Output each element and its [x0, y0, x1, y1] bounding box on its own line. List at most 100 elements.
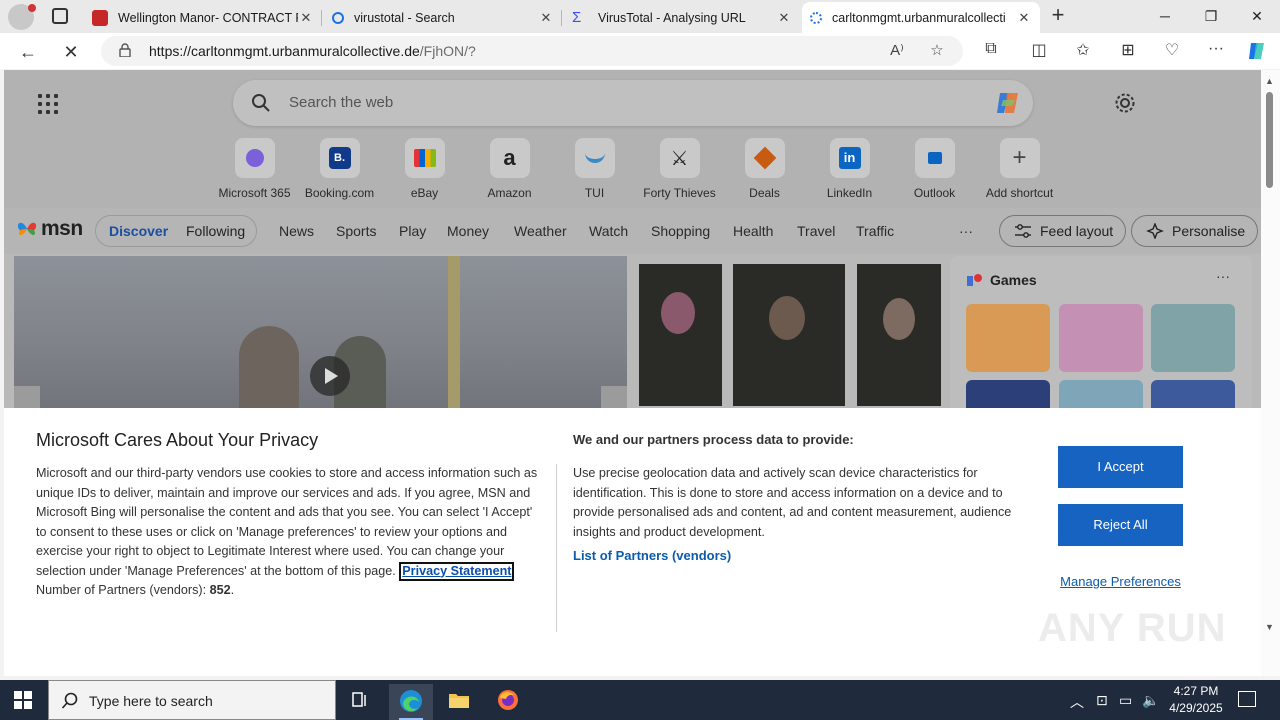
tray-chevron-icon[interactable]: ︿	[1070, 692, 1084, 712]
new-tab-header: Search the web Microsoft 365 B. Booking.c…	[4, 70, 1261, 208]
scroll-down-icon[interactable]: ▼	[1265, 622, 1274, 632]
nav-sports[interactable]: Sports	[336, 223, 376, 239]
tab-3[interactable]: Σ VirusTotal - Analysing URL ✕	[564, 2, 800, 33]
close-icon[interactable]: ✕	[538, 10, 554, 26]
new-tab-button[interactable]: +	[1046, 4, 1070, 28]
nav-money[interactable]: Money	[447, 223, 489, 239]
game-tile[interactable]	[1059, 304, 1143, 372]
performance-icon[interactable]: ♡	[1161, 40, 1183, 62]
back-button[interactable]: ←	[15, 39, 41, 65]
shortcut-linkedin[interactable]: in LinkedIn	[807, 138, 892, 200]
crossed-swords-icon: ⚔	[659, 138, 700, 178]
app-launcher-icon[interactable]	[38, 94, 58, 114]
extensions-icon[interactable]: ⧉	[980, 40, 1002, 62]
vendors-list-link[interactable]: List of Partners (vendors)	[573, 548, 731, 563]
nav-traffic[interactable]: Traffic	[856, 223, 894, 239]
game-tile[interactable]	[966, 304, 1050, 372]
task-view-button[interactable]	[338, 684, 382, 720]
shortcut-amazon[interactable]: a Amazon	[467, 138, 552, 200]
web-search-box[interactable]: Search the web	[233, 80, 1033, 126]
msn-logo[interactable]: msn	[16, 217, 83, 241]
shortcut-booking[interactable]: B. Booking.com	[297, 138, 382, 200]
minimize-button[interactable]: ─	[1142, 0, 1188, 32]
photo-portrait	[733, 264, 845, 406]
windows-taskbar: Type here to search ︿ ⊡ ▭ 🔈 4:27 PM 4/29…	[0, 680, 1280, 720]
msn-nav-bar: msn Discover Following News Sports Play …	[4, 208, 1261, 254]
lock-icon[interactable]	[119, 43, 131, 57]
shortcut-ebay[interactable]: eBay	[382, 138, 467, 200]
network-icon[interactable]: ▭	[1119, 692, 1132, 709]
photo-portrait	[639, 264, 722, 406]
favorites-icon[interactable]: ✩	[1072, 40, 1094, 62]
taskbar-edge[interactable]	[389, 684, 433, 720]
amazon-icon: a	[489, 138, 530, 178]
volume-icon[interactable]: 🔈	[1142, 692, 1159, 709]
clock-time: 4:27 PM	[1173, 684, 1219, 698]
photo-portrait	[857, 264, 941, 406]
close-icon[interactable]: ✕	[1016, 10, 1032, 26]
tab-discover[interactable]: Discover	[109, 223, 168, 239]
settings-gear-icon[interactable]	[1114, 92, 1136, 114]
shortcut-outlook[interactable]: Outlook	[892, 138, 977, 200]
shortcut-microsoft-365[interactable]: Microsoft 365	[212, 138, 297, 200]
feed-layout-button[interactable]: Feed layout	[999, 215, 1127, 247]
ebay-icon	[404, 138, 445, 178]
profile-avatar[interactable]	[8, 4, 36, 30]
shortcut-forty-thieves[interactable]: ⚔ Forty Thieves	[637, 138, 722, 200]
privacy-statement-link[interactable]: Privacy Statement	[399, 561, 515, 581]
games-more-button[interactable]: ···	[1216, 268, 1230, 284]
page-scrollbar[interactable]: ▲ ▼	[1261, 70, 1280, 676]
system-clock[interactable]: 4:27 PM 4/29/2025	[1166, 683, 1226, 717]
address-bar[interactable]: https://carltonmgmt.urbanmuralcollective…	[101, 36, 963, 66]
close-window-button[interactable]: ✕	[1234, 0, 1280, 32]
close-icon[interactable]: ✕	[776, 10, 792, 26]
privacy-consent-banner: Microsoft Cares About Your Privacy Micro…	[4, 408, 1261, 676]
play-icon[interactable]	[310, 356, 350, 396]
shortcut-add[interactable]: + Add shortcut	[977, 138, 1062, 200]
shortcut-tui[interactable]: TUI	[552, 138, 637, 200]
tab-following[interactable]: Following	[186, 223, 245, 239]
nav-health[interactable]: Health	[733, 223, 773, 239]
taskbar-search-box[interactable]: Type here to search	[48, 680, 336, 720]
windows-start-icon[interactable]	[14, 691, 32, 709]
close-icon[interactable]: ✕	[298, 10, 314, 26]
manage-preferences-link[interactable]: Manage Preferences	[1058, 574, 1183, 589]
taskbar-file-explorer[interactable]	[437, 684, 481, 720]
network-adapter-icon[interactable]: ⊡	[1096, 692, 1108, 709]
scroll-up-icon[interactable]: ▲	[1265, 76, 1274, 86]
nav-shopping[interactable]: Shopping	[651, 223, 710, 239]
tab-1[interactable]: Wellington Manor- CONTRACT P ✕	[84, 2, 322, 33]
tab-2[interactable]: virustotal - Search ✕	[324, 2, 562, 33]
game-tile[interactable]	[1151, 304, 1235, 372]
notifications-icon[interactable]	[1238, 691, 1256, 707]
read-aloud-icon[interactable]: A⁾	[887, 41, 907, 61]
scroll-thumb[interactable]	[1266, 92, 1273, 188]
copilot-icon[interactable]	[993, 88, 1023, 118]
stop-loading-button[interactable]: ✕	[58, 39, 84, 65]
url-text[interactable]: https://carltonmgmt.urbanmuralcollective…	[149, 43, 476, 59]
nav-watch[interactable]: Watch	[589, 223, 628, 239]
more-menu-icon[interactable]: ···	[1205, 40, 1227, 62]
consent-subtitle: We and our partners process data to prov…	[573, 432, 854, 447]
nav-news[interactable]: News	[279, 223, 314, 239]
split-screen-icon[interactable]: ◫	[1028, 40, 1050, 62]
nav-more-button[interactable]: ···	[959, 223, 973, 239]
accept-button[interactable]: I Accept	[1058, 446, 1183, 488]
tab-actions-icon[interactable]	[52, 8, 68, 24]
taskbar-firefox[interactable]	[486, 684, 530, 720]
favorite-star-icon[interactable]: ☆	[927, 41, 947, 61]
quick-links: Microsoft 365 B. Booking.com eBay a Amazon…	[212, 138, 1062, 200]
hero-video-card[interactable]	[14, 256, 627, 416]
tab-title: VirusTotal - Analysing URL	[598, 10, 746, 25]
news-image-card[interactable]	[639, 264, 941, 406]
copilot-icon[interactable]	[1246, 40, 1268, 62]
tab-4-active[interactable]: carltonmgmt.urbanmuralcollecti ✕	[802, 2, 1040, 33]
shortcut-deals[interactable]: Deals	[722, 138, 807, 200]
personalise-button[interactable]: Personalise	[1131, 215, 1259, 247]
nav-weather[interactable]: Weather	[514, 223, 567, 239]
nav-travel[interactable]: Travel	[797, 223, 835, 239]
maximize-button[interactable]: ❐	[1188, 0, 1234, 32]
nav-play[interactable]: Play	[399, 223, 426, 239]
reject-all-button[interactable]: Reject All	[1058, 504, 1183, 546]
collections-icon[interactable]: ⊞	[1117, 40, 1139, 62]
